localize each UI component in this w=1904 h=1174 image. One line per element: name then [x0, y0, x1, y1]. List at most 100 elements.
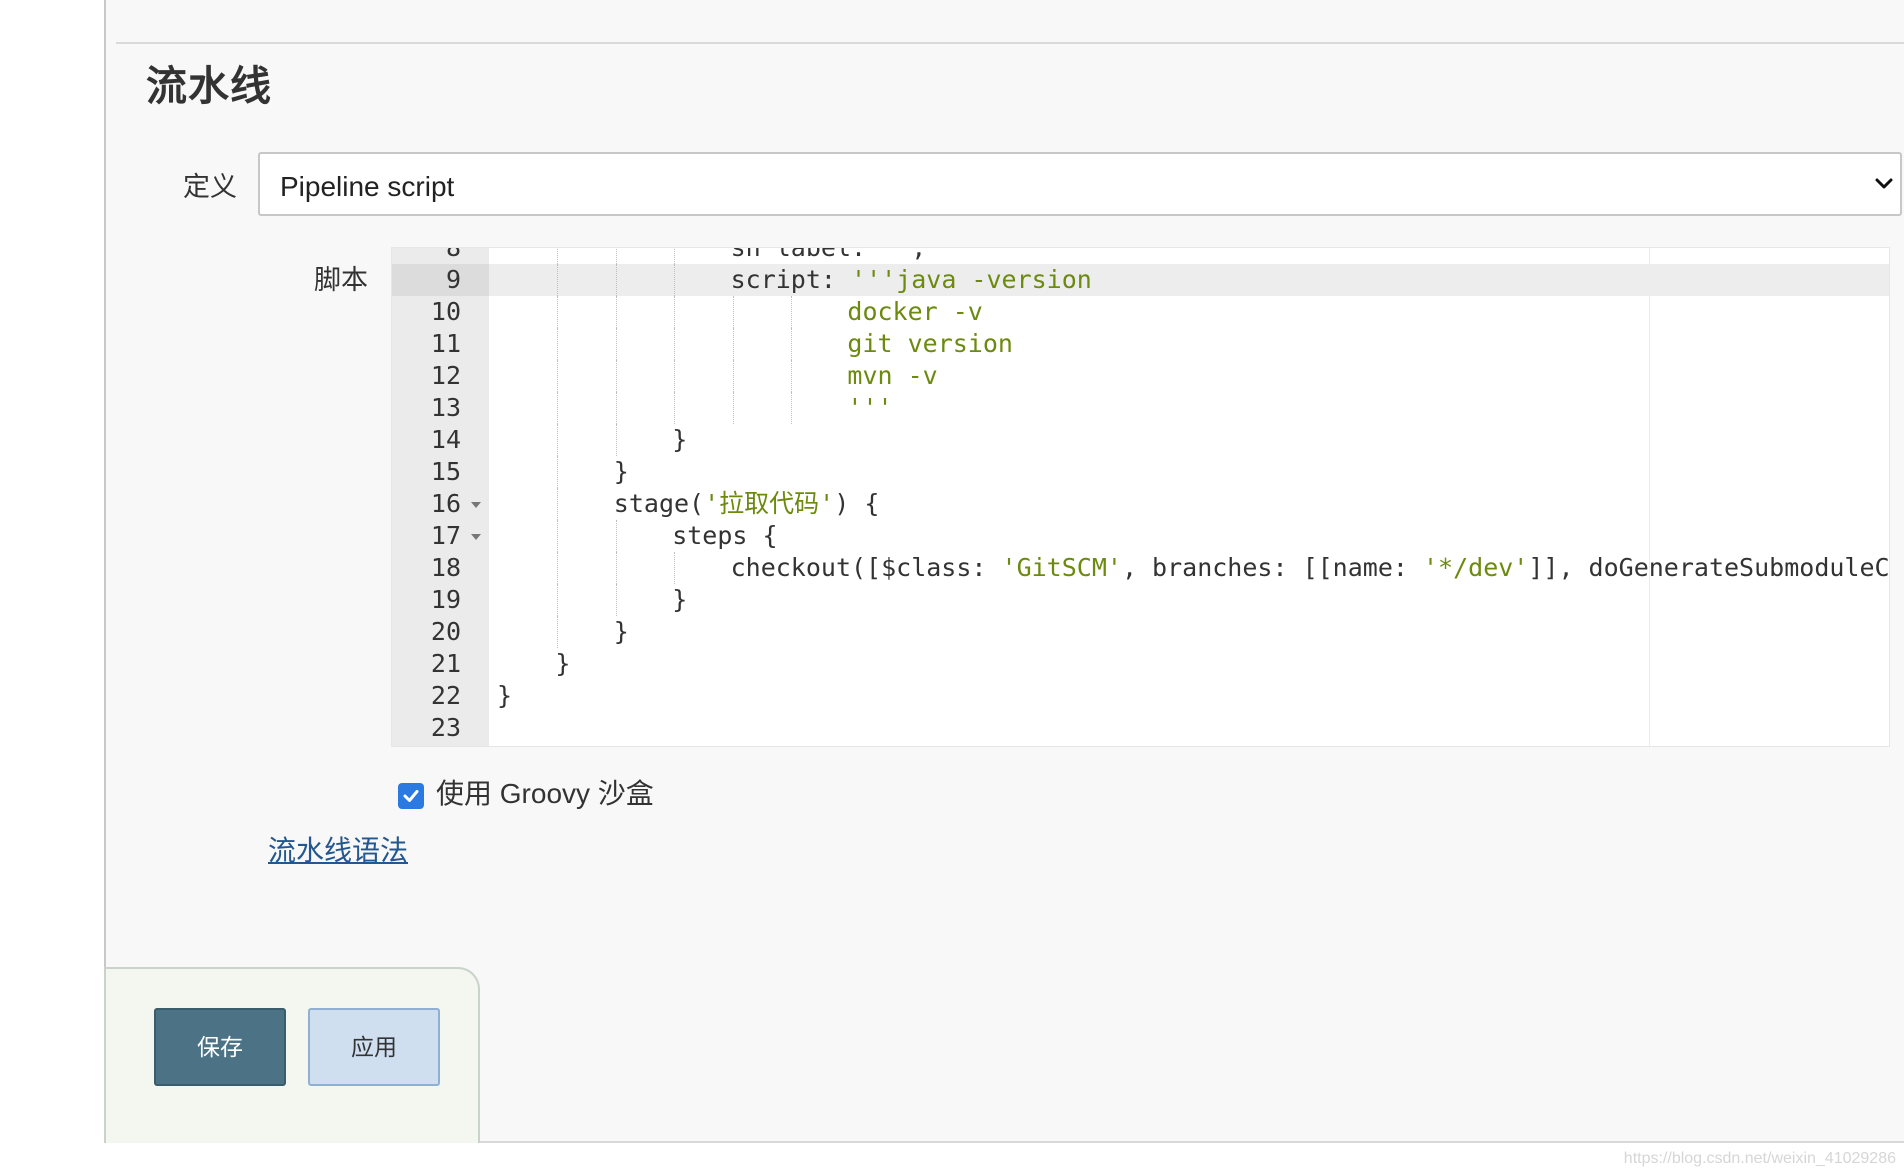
indent-guide: [674, 296, 676, 328]
editor-code-lines[interactable]: 8 sh label: '', 9 script: '''java -version 1…: [392, 247, 1889, 744]
line-number: 18: [430, 553, 461, 582]
code-token: ) {: [834, 489, 880, 518]
line-number: 21: [430, 649, 461, 678]
code-line[interactable]: 20}: [392, 616, 1889, 648]
indent-guide: [557, 488, 559, 520]
indent-guide: [732, 360, 734, 392]
script-editor[interactable]: 8 sh label: '', 9 script: '''java -version 1…: [391, 247, 1890, 747]
code-text: stage('拉取代码') {: [614, 488, 880, 520]
indent-guide: [557, 264, 559, 296]
code-line[interactable]: 21}: [392, 648, 1889, 680]
line-number: 19: [430, 585, 461, 614]
string-token: '拉取代码': [704, 489, 835, 518]
code-text: mvn -v: [847, 360, 937, 392]
code-text: git version: [847, 328, 1013, 360]
line-number: 20: [430, 617, 461, 646]
indent-guide: [615, 520, 617, 552]
indent-guide: [615, 584, 617, 616]
line-number: 15: [430, 457, 461, 486]
code-line[interactable]: 9 script: '''java -version: [392, 264, 1889, 296]
section-divider: [116, 42, 1904, 44]
indent-guide: [557, 456, 559, 488]
string-token: ''': [847, 393, 893, 422]
indent-guide: [557, 424, 559, 456]
code-line[interactable]: 8 sh label: '',: [392, 247, 1889, 264]
indent-guide: [732, 392, 734, 424]
indent-guide: [791, 360, 792, 392]
line-number: 22: [430, 681, 461, 710]
code-text: script: '''java -version: [731, 264, 1092, 296]
indent-guide: [557, 296, 559, 328]
indent-guide: [557, 328, 559, 360]
apply-button[interactable]: 应用: [308, 1008, 440, 1086]
line-number: 8: [445, 247, 461, 262]
code-line[interactable]: 10 docker -v: [392, 296, 1889, 328]
code-line[interactable]: 16 stage('拉取代码') {: [392, 488, 1889, 520]
indent-guide: [557, 520, 559, 552]
pipeline-syntax-link[interactable]: 流水线语法: [268, 829, 408, 869]
code-line[interactable]: 11 git version: [392, 328, 1889, 360]
indent-guide: [557, 552, 559, 584]
code-line[interactable]: 22}: [392, 680, 1889, 712]
indent-guide: [615, 264, 617, 296]
line-number: 13: [430, 393, 461, 422]
script-label: 脚本: [314, 265, 368, 295]
code-text: }: [497, 680, 512, 712]
code-line[interactable]: 12 mvn -v: [392, 360, 1889, 392]
code-text: }: [672, 584, 687, 616]
code-line[interactable]: 15}: [392, 456, 1889, 488]
code-text: checkout([$class: 'GitSCM', branches: [[…: [730, 552, 1889, 584]
code-token: checkout([$class:: [730, 553, 1002, 582]
code-token: }: [672, 425, 688, 454]
code-text: }: [614, 616, 629, 648]
definition-label: 定义: [183, 172, 237, 202]
code-text: sh label: '',: [730, 247, 927, 264]
indent-guide: [674, 360, 676, 392]
code-line[interactable]: 19}: [392, 584, 1889, 616]
code-token: }: [672, 585, 688, 614]
code-token: sh label: '',: [730, 247, 927, 262]
groovy-sandbox-checkbox[interactable]: [398, 783, 424, 809]
indent-guide: [615, 360, 617, 392]
code-line[interactable]: 18 checkout([$class: 'GitSCM', branches: …: [392, 552, 1889, 584]
indent-guide: [557, 248, 559, 264]
code-line[interactable]: 13 ''': [392, 392, 1889, 424]
indent-guide: [674, 392, 676, 424]
code-token: , branches: [[name:: [1121, 553, 1423, 582]
code-text: }: [672, 424, 687, 456]
code-line[interactable]: 23: [392, 712, 1889, 744]
code-text: ''': [847, 392, 892, 424]
code-text: }: [555, 648, 570, 680]
string-token: '''java -version: [851, 265, 1092, 294]
code-token: }: [555, 649, 571, 678]
indent-guide: [615, 424, 617, 456]
code-text: }: [614, 456, 629, 488]
string-token: 'GitSCM': [1001, 553, 1122, 582]
indent-guide: [732, 296, 734, 328]
code-token: script:: [730, 265, 852, 294]
string-token: docker -v: [847, 297, 983, 326]
indent-guide: [615, 392, 617, 424]
code-line[interactable]: 14}: [392, 424, 1889, 456]
line-number: 14: [430, 425, 461, 454]
save-button[interactable]: 保存: [154, 1008, 286, 1086]
definition-select[interactable]: Pipeline script: [258, 152, 1902, 216]
indent-guide: [615, 296, 617, 328]
watermark: https://blog.csdn.net/weixin_41029286: [1623, 1150, 1896, 1167]
string-token: mvn -v: [847, 361, 938, 390]
indent-guide: [557, 360, 559, 392]
indent-guide: [557, 584, 559, 616]
fold-toggle-icon[interactable]: [471, 502, 481, 508]
groovy-sandbox-label[interactable]: 使用 Groovy 沙盒: [436, 772, 654, 812]
indent-guide: [557, 616, 559, 648]
chevron-down-icon: [1875, 178, 1893, 189]
indent-guide: [615, 328, 617, 360]
indent-guide: [791, 296, 792, 328]
code-token: }: [613, 617, 629, 646]
string-token: git version: [847, 329, 1013, 358]
line-number: 23: [430, 713, 461, 742]
code-line[interactable]: 17 steps {: [392, 520, 1889, 552]
indent-guide: [674, 328, 676, 360]
fold-toggle-icon[interactable]: [471, 534, 481, 540]
indent-guide: [557, 392, 559, 424]
